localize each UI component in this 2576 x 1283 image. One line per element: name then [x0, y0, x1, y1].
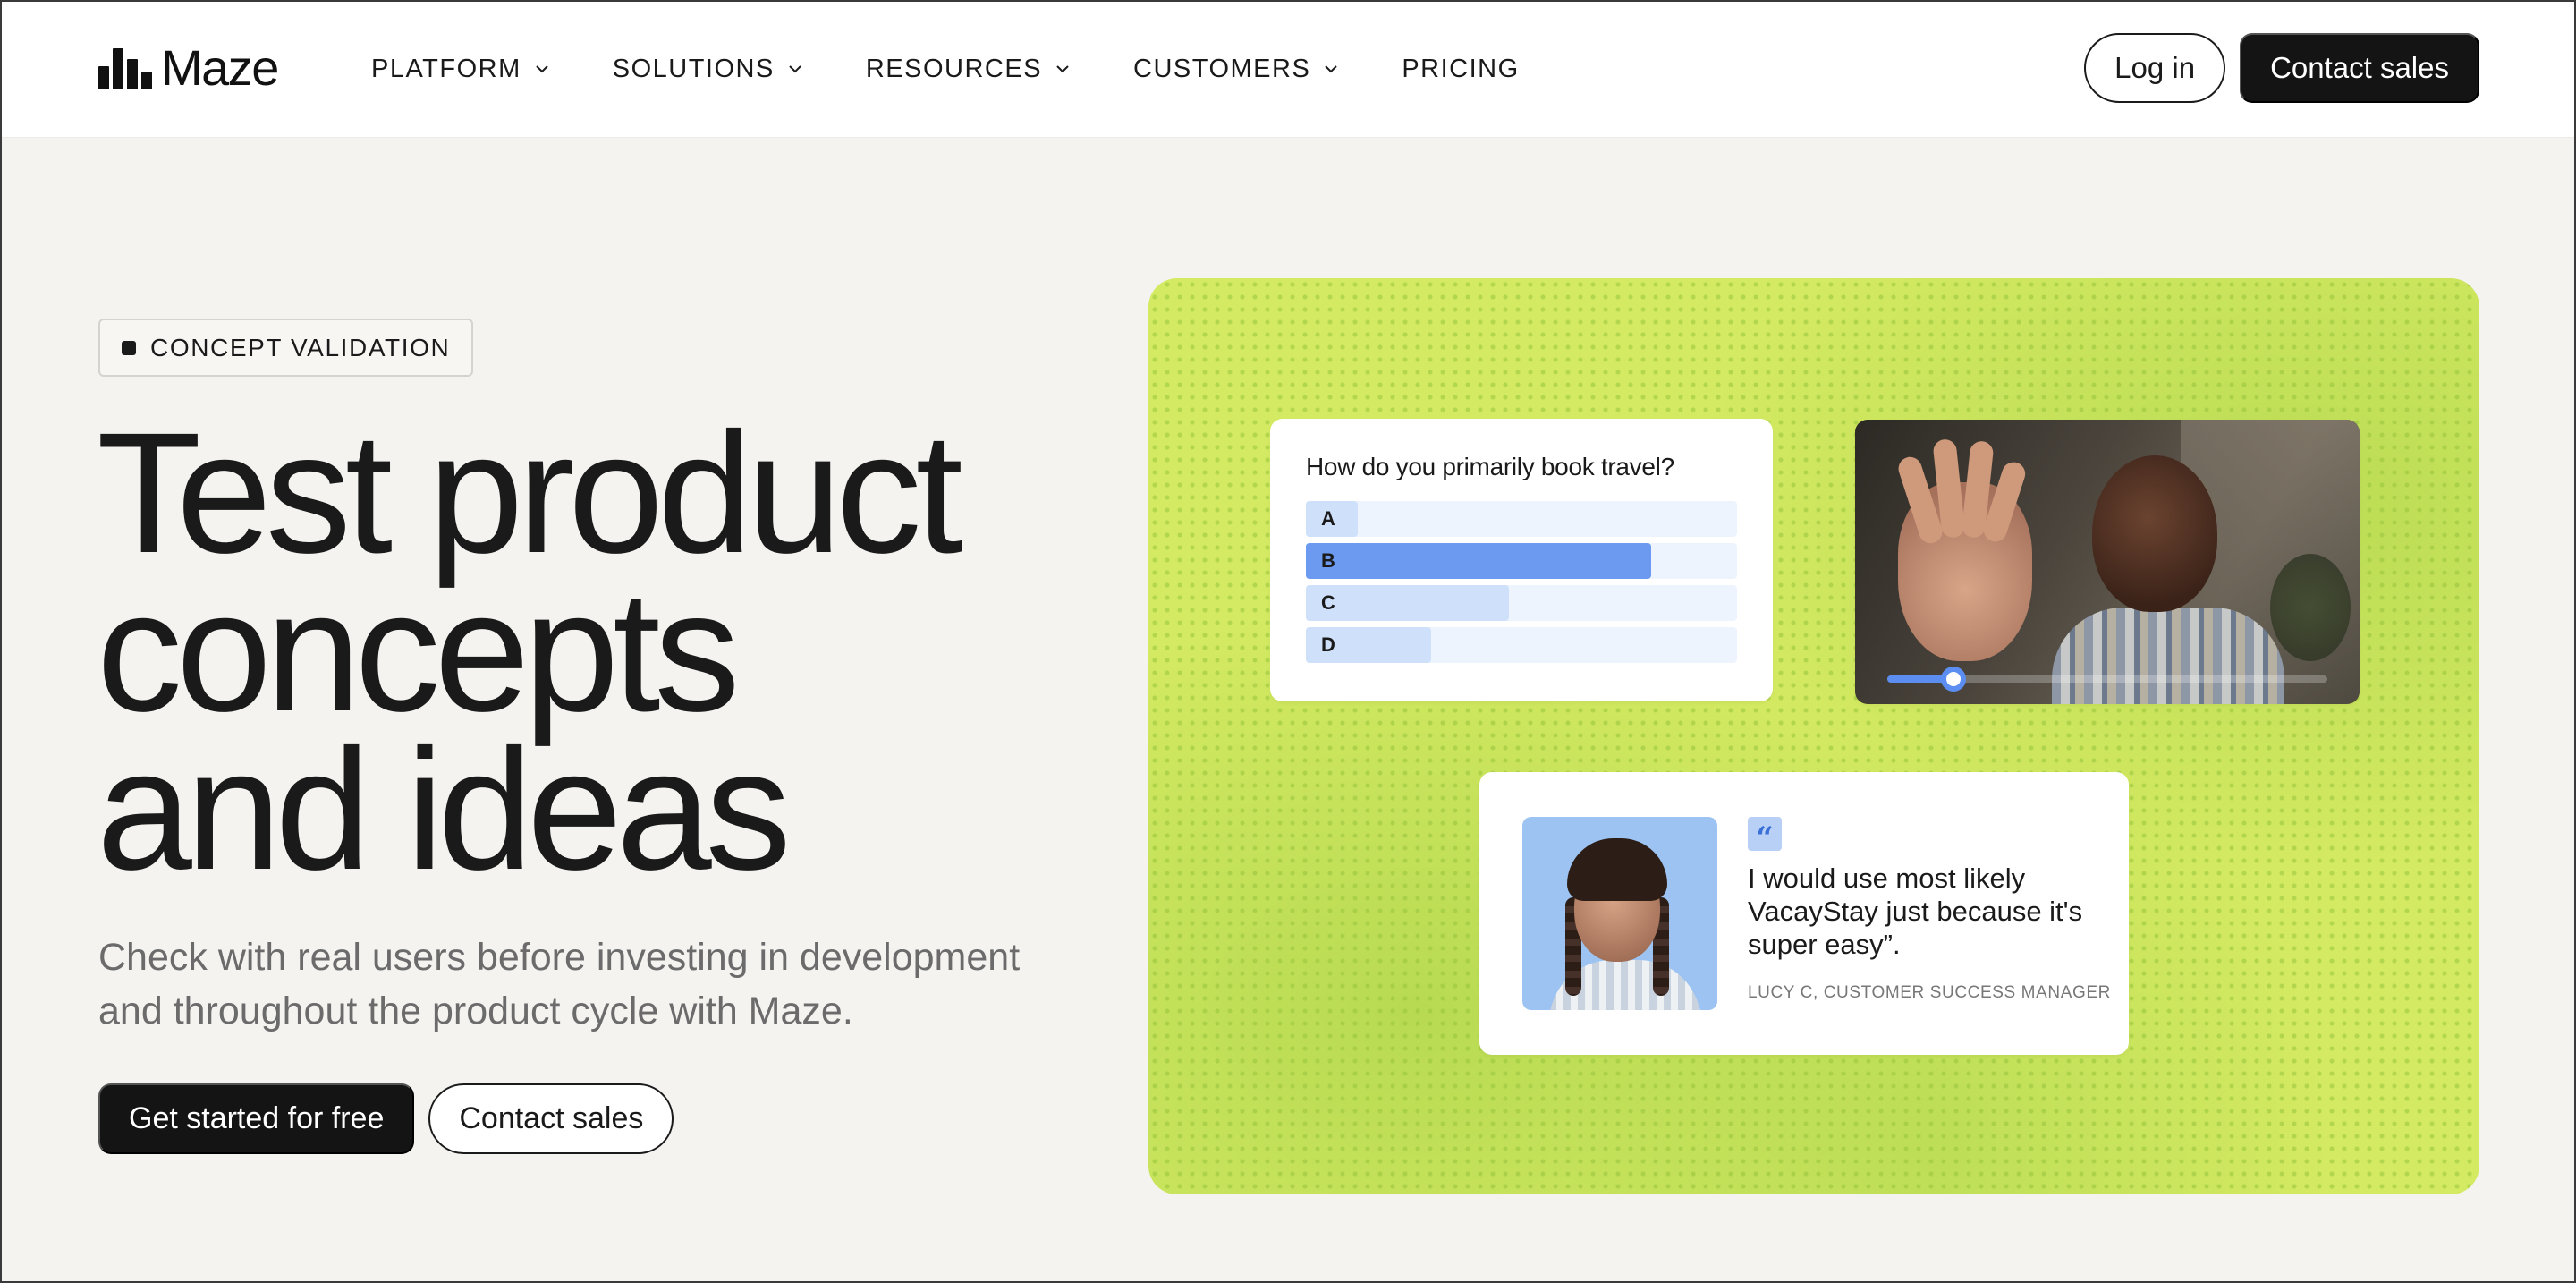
avatar-hair	[1567, 838, 1667, 901]
poll-option-label: B	[1321, 549, 1335, 572]
maze-logo-icon	[98, 47, 152, 89]
top-navigation: Maze PLATFORM SOLUTIONS RESOURCES CUSTOM…	[0, 0, 2576, 138]
chevron-down-icon	[536, 65, 548, 73]
testimonial-avatar	[1522, 817, 1717, 1010]
contact-sales-secondary-button[interactable]: Contact sales	[428, 1083, 674, 1154]
headline-line: Test product	[97, 396, 963, 589]
main-menu: PLATFORM SOLUTIONS RESOURCES CUSTOMERS P…	[371, 0, 1582, 138]
hero-cta-group: Get started for free Contact sales	[98, 1083, 674, 1154]
contact-sales-button[interactable]: Contact sales	[2240, 33, 2479, 103]
login-button[interactable]: Log in	[2084, 33, 2226, 103]
quote-icon: “	[1748, 817, 1782, 856]
video-card[interactable]	[1855, 420, 2360, 704]
poll-option: C	[1306, 585, 1737, 621]
nav-item-label: RESOURCES	[865, 54, 1043, 83]
testimonial-author: LUCY C, CUSTOMER SUCCESS MANAGER	[1748, 983, 2111, 1002]
nav-item-label: PLATFORM	[371, 54, 521, 83]
poll-question: How do you primarily book travel?	[1306, 453, 1674, 480]
testimonial-text: I would use most likely VacayStay just b…	[1748, 862, 2083, 960]
person-shirt	[2052, 608, 2284, 704]
hero-headline: Test product concepts and ideas	[97, 396, 1080, 905]
get-started-button[interactable]: Get started for free	[98, 1083, 415, 1154]
category-tag: CONCEPT VALIDATION	[98, 319, 474, 377]
video-progress-handle[interactable]	[1940, 667, 1966, 692]
poll-option-bar	[1306, 585, 1509, 621]
category-tag-label: CONCEPT VALIDATION	[150, 333, 451, 361]
hero-subtitle: Check with real users before investing i…	[98, 936, 1021, 1032]
nav-item-resources[interactable]: RESOURCES	[866, 55, 1071, 84]
nav-actions: Log in Contact sales	[2084, 33, 2479, 103]
headline-line: concepts	[97, 555, 740, 747]
testimonial-card: “ I would use most likely VacayStay just…	[1479, 772, 2129, 1055]
nav-item-platform[interactable]: PLATFORM	[371, 55, 550, 84]
poll-option: B	[1306, 543, 1737, 579]
chevron-down-icon	[1056, 65, 1069, 73]
hero-illustration: How do you primarily book travel? ABCD “…	[1148, 278, 2479, 1194]
square-bullet-icon	[122, 340, 136, 355]
plant-shape	[2270, 554, 2351, 661]
poll-option-label: C	[1321, 591, 1335, 614]
nav-item-customers[interactable]: CUSTOMERS	[1133, 55, 1339, 84]
poll-option: D	[1306, 627, 1737, 663]
chevron-down-icon	[789, 65, 801, 73]
headline-line: and ideas	[97, 713, 792, 905]
poll-card: How do you primarily book travel? ABCD	[1270, 419, 1773, 701]
person-head	[2092, 455, 2217, 612]
nav-item-label: SOLUTIONS	[612, 54, 775, 83]
video-progress-bar[interactable]	[1887, 667, 2327, 692]
nav-item-pricing[interactable]: PRICING	[1402, 55, 1519, 84]
nav-item-label: CUSTOMERS	[1133, 54, 1311, 83]
brand-name: Maze	[161, 39, 279, 96]
poll-option-bar	[1306, 543, 1651, 579]
chevron-down-icon	[1325, 65, 1338, 73]
poll-option: A	[1306, 501, 1737, 537]
nav-item-label: PRICING	[1402, 54, 1520, 83]
nav-item-solutions[interactable]: SOLUTIONS	[613, 55, 803, 84]
poll-option-label: D	[1321, 633, 1335, 656]
maze-logo[interactable]: Maze	[98, 39, 279, 96]
poll-option-label: A	[1321, 507, 1335, 530]
poll-options: ABCD	[1306, 501, 1737, 663]
